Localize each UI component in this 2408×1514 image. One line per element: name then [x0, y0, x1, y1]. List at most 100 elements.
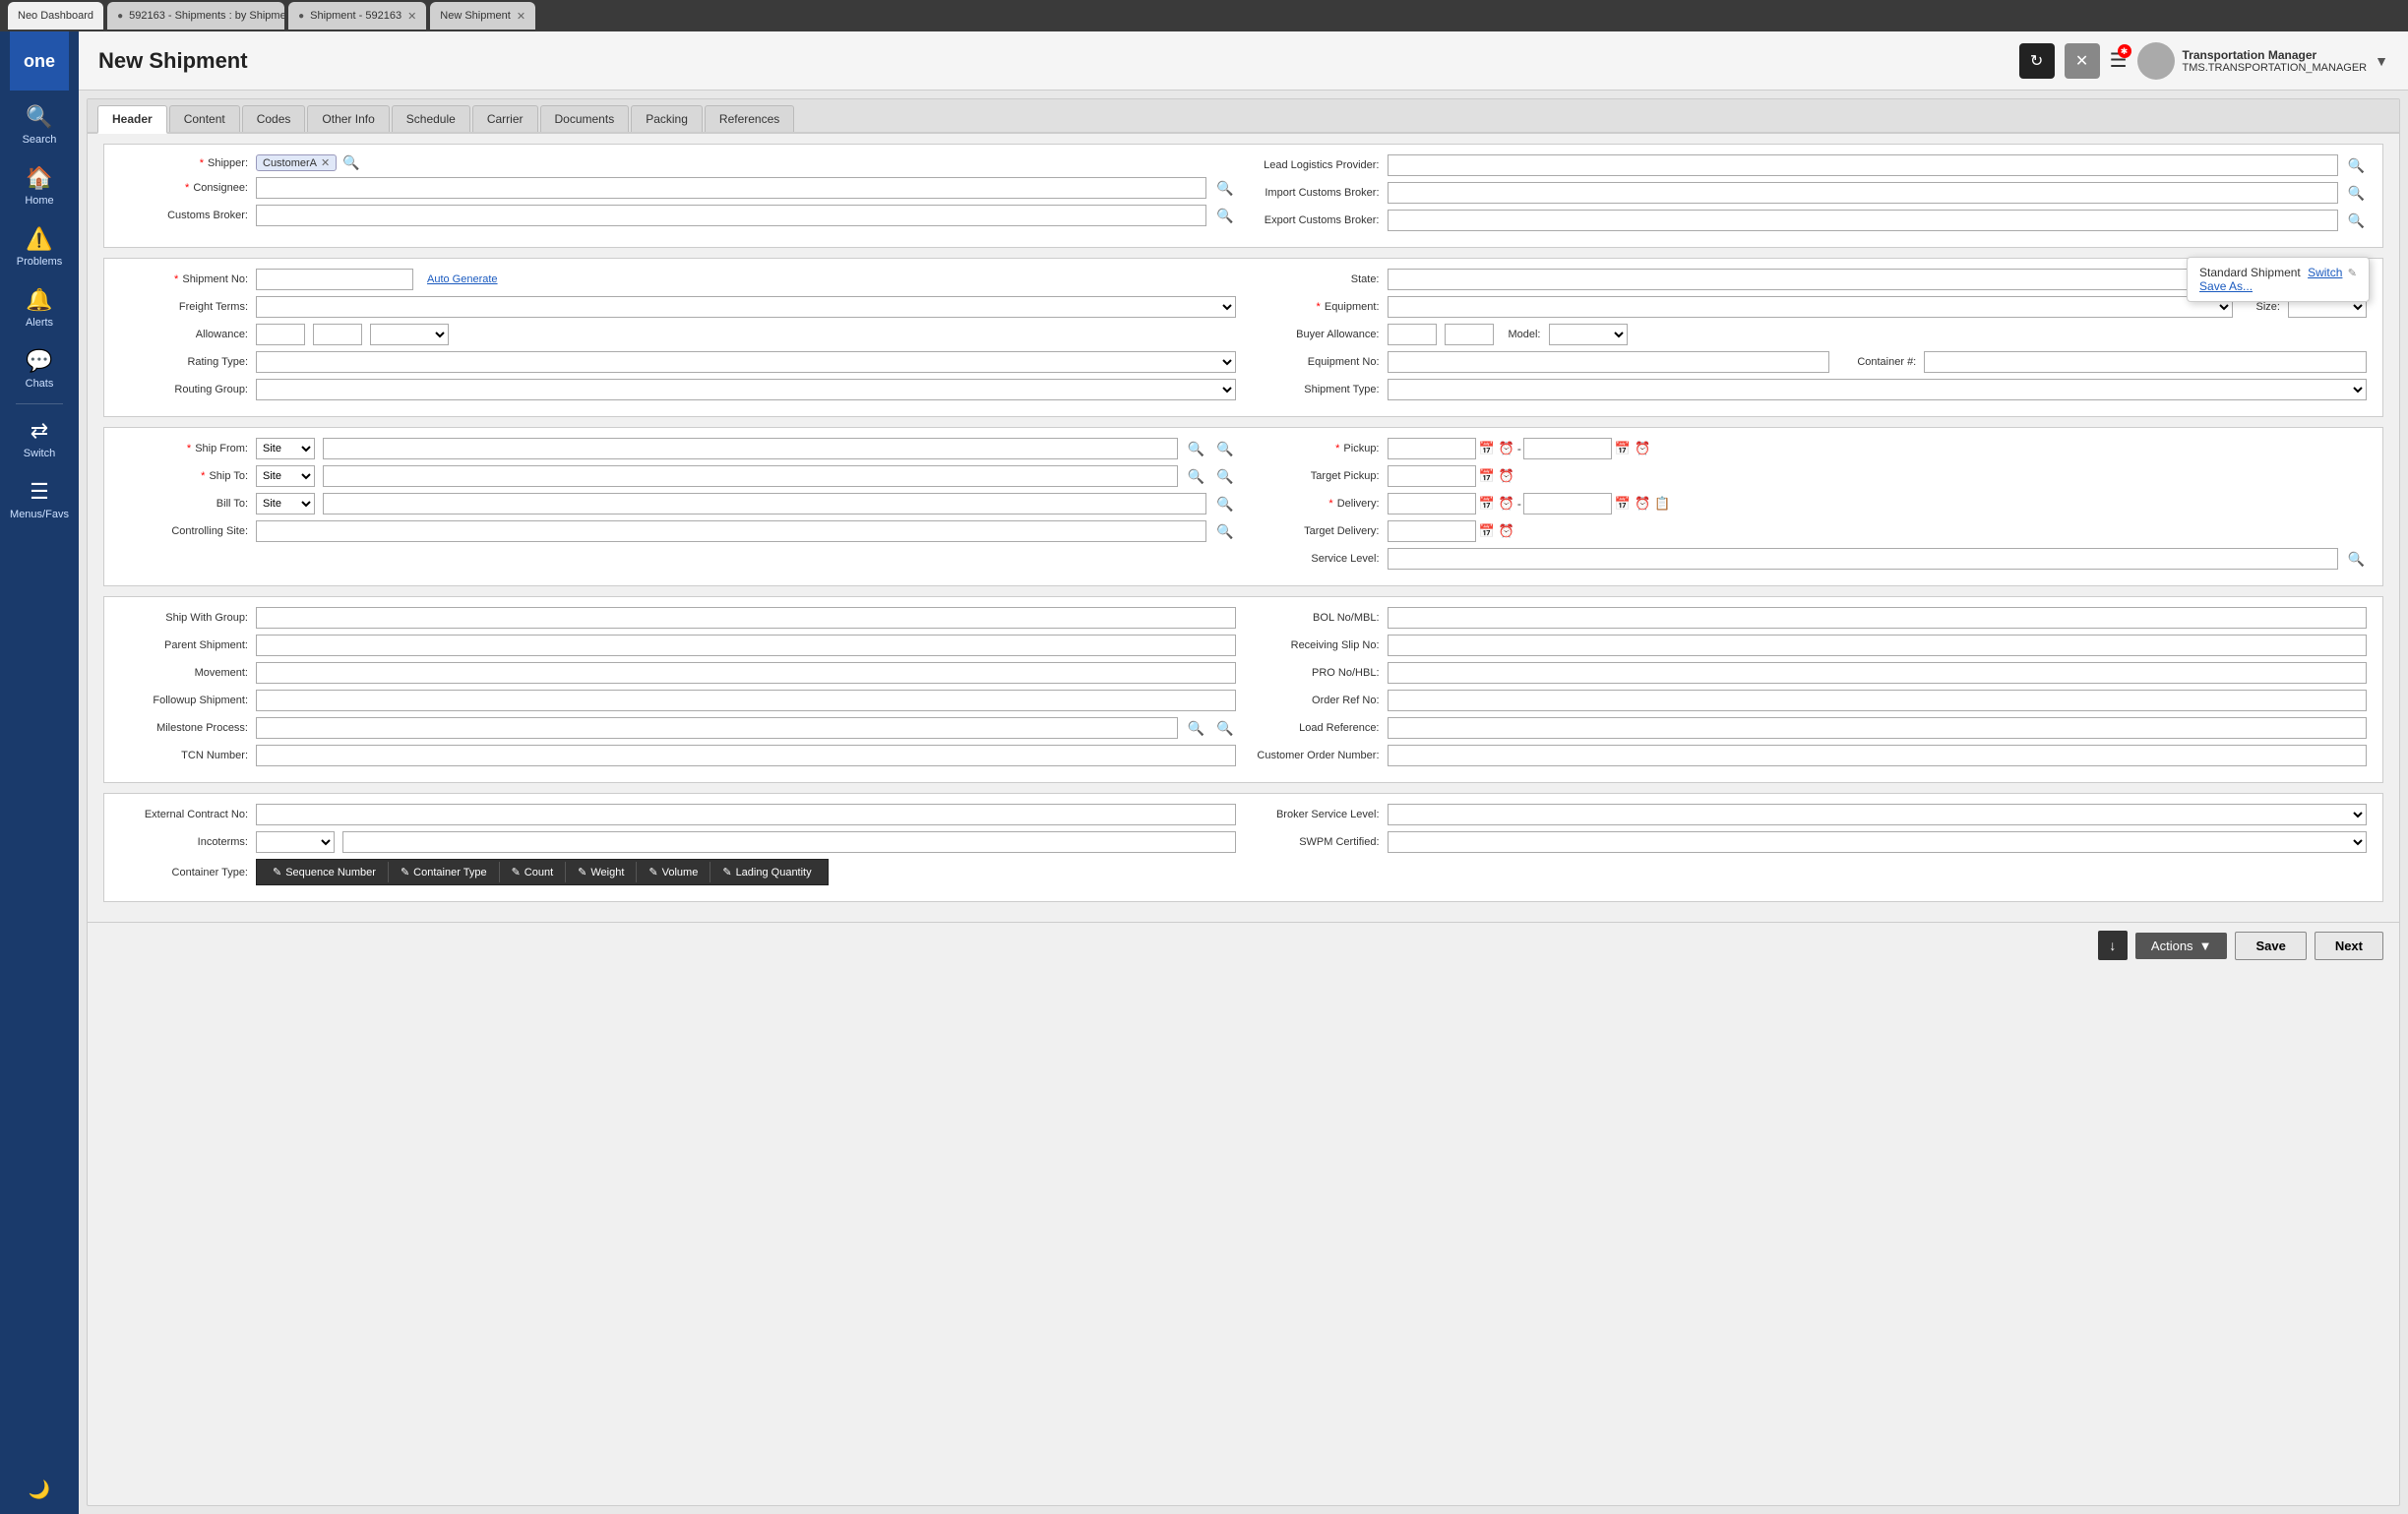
- sidebar-item-profile[interactable]: 🌙: [0, 1470, 79, 1514]
- receiving-input[interactable]: [1388, 635, 2368, 656]
- customs-broker-search-button[interactable]: 🔍: [1214, 208, 1235, 224]
- sidebar-item-menus[interactable]: ☰ Menus/Favs: [0, 469, 79, 530]
- ship-from-input[interactable]: [323, 438, 1178, 459]
- container-type-col[interactable]: ✎ Container Type: [389, 862, 500, 882]
- allowance-input2[interactable]: [313, 324, 362, 345]
- sidebar-logo[interactable]: one: [10, 31, 69, 91]
- milestone-input[interactable]: [256, 717, 1178, 739]
- browser-tab-592163[interactable]: ● 592163 - Shipments : by Shipme... ✕: [107, 2, 284, 30]
- auto-generate-link[interactable]: Auto Generate: [427, 273, 498, 285]
- service-level-input[interactable]: [1388, 548, 2338, 570]
- pickup-time2-icon[interactable]: ⏰: [1634, 441, 1651, 456]
- tab-close-icon[interactable]: ✕: [407, 10, 416, 23]
- bol-input[interactable]: [1388, 607, 2368, 629]
- menu-button[interactable]: ☰ ✱: [2110, 48, 2128, 73]
- ship-to-search-button[interactable]: 🔍: [1186, 468, 1206, 485]
- sidebar-item-alerts[interactable]: 🔔 Alerts: [0, 277, 79, 338]
- ship-from-search2-button[interactable]: 🔍: [1214, 441, 1235, 457]
- export-customs-input[interactable]: [1388, 210, 2338, 231]
- tab-other-info[interactable]: Other Info: [307, 105, 389, 132]
- container-sequence-col[interactable]: ✎ Sequence Number: [261, 862, 389, 882]
- customer-order-input[interactable]: [1388, 745, 2368, 766]
- sidebar-item-search[interactable]: 🔍 Search: [0, 94, 79, 155]
- switch-link[interactable]: Switch: [2308, 266, 2342, 279]
- bill-to-input[interactable]: [323, 493, 1206, 515]
- delivery-time2-icon[interactable]: ⏰: [1634, 496, 1651, 512]
- tab-codes[interactable]: Codes: [242, 105, 306, 132]
- browser-tab-neo[interactable]: Neo Dashboard: [8, 2, 103, 30]
- buyer-allowance-input2[interactable]: [1445, 324, 1494, 345]
- next-button[interactable]: Next: [2315, 932, 2383, 960]
- allowance-input1[interactable]: [256, 324, 305, 345]
- browser-tab-shipment[interactable]: ● Shipment - 592163 ✕: [288, 2, 426, 30]
- refresh-button[interactable]: ↻: [2019, 43, 2055, 79]
- delivery-calendar-icon[interactable]: 📅: [1478, 496, 1496, 512]
- incoterms-text-input[interactable]: [342, 831, 1236, 853]
- ship-from-search-button[interactable]: 🔍: [1186, 441, 1206, 457]
- tab-documents[interactable]: Documents: [540, 105, 630, 132]
- delivery-date-input[interactable]: [1388, 493, 1476, 515]
- target-delivery-calendar-icon[interactable]: 📅: [1478, 523, 1496, 539]
- target-delivery-time-icon[interactable]: ⏰: [1498, 523, 1515, 539]
- tab-header[interactable]: Header: [97, 105, 167, 134]
- ship-with-input[interactable]: [256, 607, 1236, 629]
- tab-packing[interactable]: Packing: [631, 105, 703, 132]
- actions-button[interactable]: Actions ▼: [2135, 933, 2228, 959]
- controlling-site-search-button[interactable]: 🔍: [1214, 523, 1235, 540]
- sidebar-item-problems[interactable]: ⚠️ Problems: [0, 216, 79, 277]
- container-weight-col[interactable]: ✎ Weight: [566, 862, 637, 882]
- rating-type-select[interactable]: [256, 351, 1236, 373]
- milestone-search2-button[interactable]: 🔍: [1214, 720, 1235, 737]
- sidebar-item-switch[interactable]: ⇄ Switch: [0, 408, 79, 469]
- bill-to-search-button[interactable]: 🔍: [1214, 496, 1235, 513]
- container-hash-input[interactable]: [1924, 351, 2367, 373]
- container-lading-col[interactable]: ✎ Lading Quantity: [710, 862, 823, 882]
- shipment-no-input[interactable]: [256, 269, 413, 290]
- load-ref-input[interactable]: [1388, 717, 2368, 739]
- equipment-select[interactable]: [1388, 296, 2234, 318]
- buyer-allowance-input1[interactable]: [1388, 324, 1437, 345]
- pickup-calendar2-icon[interactable]: 📅: [1614, 441, 1632, 456]
- sidebar-item-chats[interactable]: 💬 Chats: [0, 338, 79, 399]
- tab-schedule[interactable]: Schedule: [392, 105, 470, 132]
- pro-input[interactable]: [1388, 662, 2368, 684]
- browser-tab-new-shipment[interactable]: New Shipment ✕: [430, 2, 535, 30]
- target-delivery-input[interactable]: [1388, 520, 1476, 542]
- target-pickup-time-icon[interactable]: ⏰: [1498, 468, 1515, 484]
- save-button[interactable]: Save: [2235, 932, 2306, 960]
- tab-content[interactable]: Content: [169, 105, 240, 132]
- delivery-time-icon[interactable]: ⏰: [1498, 496, 1515, 512]
- shipper-chip-remove[interactable]: ✕: [321, 156, 330, 169]
- pickup-calendar-icon[interactable]: 📅: [1478, 441, 1496, 456]
- ship-to-input[interactable]: [323, 465, 1178, 487]
- customs-broker-input[interactable]: [256, 205, 1206, 226]
- followup-input[interactable]: [256, 690, 1236, 711]
- broker-service-select[interactable]: [1388, 804, 2368, 825]
- delivery-extra-icon[interactable]: 📋: [1653, 496, 1671, 512]
- external-contract-input[interactable]: [256, 804, 1236, 825]
- ship-to-site-select[interactable]: Site: [256, 465, 315, 487]
- target-pickup-calendar-icon[interactable]: 📅: [1478, 468, 1496, 484]
- incoterms-select[interactable]: [256, 831, 335, 853]
- save-as-link[interactable]: Save As...: [2199, 279, 2253, 293]
- consignee-input[interactable]: [256, 177, 1206, 199]
- ship-to-search2-button[interactable]: 🔍: [1214, 468, 1235, 485]
- shipment-type-select[interactable]: [1388, 379, 2368, 400]
- user-dropdown-arrow[interactable]: ▼: [2375, 53, 2388, 69]
- export-button[interactable]: ↓: [2098, 931, 2128, 960]
- movement-input[interactable]: [256, 662, 1236, 684]
- consignee-search-button[interactable]: 🔍: [1214, 180, 1235, 197]
- model-select[interactable]: [1549, 324, 1628, 345]
- freight-terms-select[interactable]: [256, 296, 1236, 318]
- pickup-date2-input[interactable]: [1523, 438, 1612, 459]
- import-customs-search-button[interactable]: 🔍: [2346, 185, 2367, 202]
- controlling-site-input[interactable]: [256, 520, 1206, 542]
- export-customs-search-button[interactable]: 🔍: [2346, 212, 2367, 229]
- tcn-input[interactable]: [256, 745, 1236, 766]
- bill-to-site-select[interactable]: Site: [256, 493, 315, 515]
- routing-group-select[interactable]: [256, 379, 1236, 400]
- ship-from-site-select[interactable]: Site: [256, 438, 315, 459]
- sidebar-item-home[interactable]: 🏠 Home: [0, 155, 79, 216]
- container-volume-col[interactable]: ✎ Volume: [637, 862, 710, 882]
- tab-references[interactable]: References: [705, 105, 794, 132]
